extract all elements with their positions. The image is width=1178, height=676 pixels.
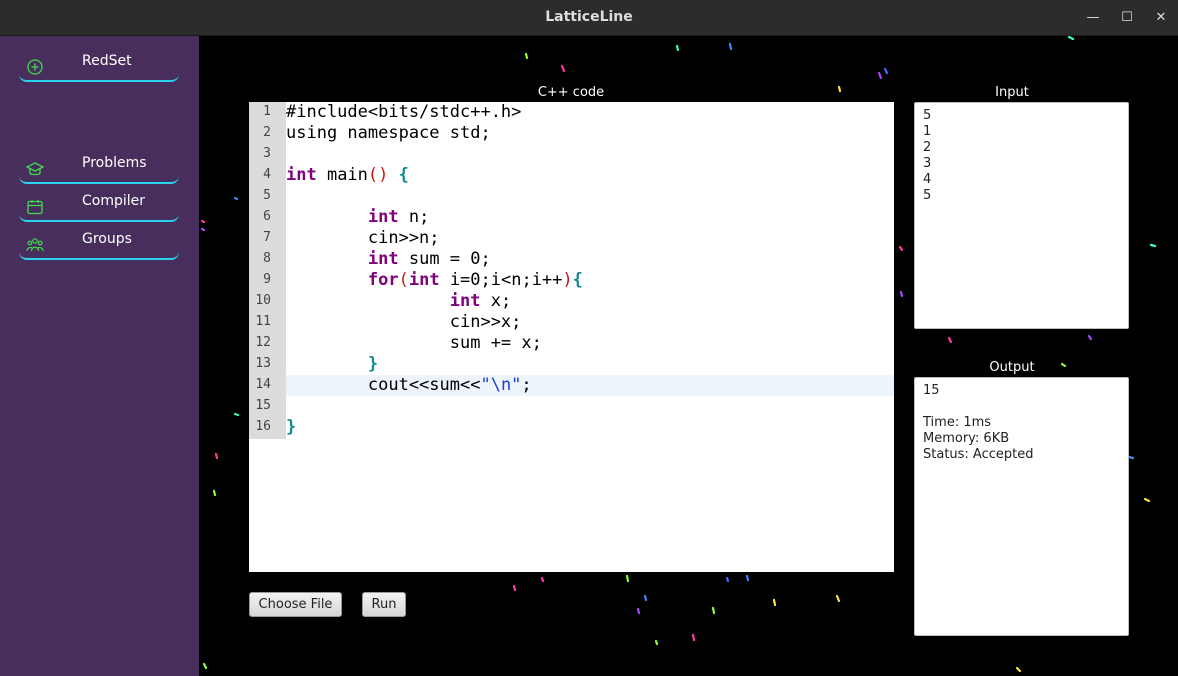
maximize-button[interactable]: ☐ xyxy=(1116,7,1138,29)
line-number: 2 xyxy=(263,125,271,140)
sidebar-item-label: Compiler xyxy=(82,193,146,209)
code-line: using namespace std; xyxy=(286,123,491,143)
sidebar-item-problems[interactable]: Problems xyxy=(19,154,179,184)
sidebar-item-label: RedSet xyxy=(82,53,132,69)
plus-circle-icon xyxy=(27,59,43,75)
code-panel-label: C++ code xyxy=(537,85,605,100)
input-panel-label: Input xyxy=(995,85,1029,100)
line-number: 15 xyxy=(255,398,271,413)
calendar-icon xyxy=(27,200,43,215)
users-icon xyxy=(26,238,44,252)
sidebar-item-label: Groups xyxy=(82,231,132,247)
output-textarea: 15 Time: 1ms Memory: 6KB Status: Accepte… xyxy=(914,377,1129,636)
line-number: 16 xyxy=(255,419,271,434)
line-number: 11 xyxy=(255,314,271,329)
sidebar-item-redset[interactable]: RedSet xyxy=(19,52,179,82)
code-editor[interactable]: 1 2 3 4 5 6 7 8 9 10 11 12 13 14 15 16 #… xyxy=(249,102,894,572)
line-number: 12 xyxy=(255,335,271,350)
line-number: 6 xyxy=(263,209,271,224)
line-number-gutter: 1 2 3 4 5 6 7 8 9 10 11 12 13 14 15 16 xyxy=(249,102,286,439)
code-line: int n; xyxy=(367,207,430,227)
title-bar: LatticeLine — ☐ ✕ xyxy=(0,0,1178,36)
graduation-cap-icon xyxy=(26,162,44,176)
code-line: sum += x; xyxy=(286,333,542,353)
code-line: cin>>x; xyxy=(286,312,522,332)
line-number: 4 xyxy=(263,167,271,182)
close-button[interactable]: ✕ xyxy=(1150,7,1172,29)
main-area: C++ code Input Output 1 2 3 4 5 6 7 8 9 … xyxy=(199,36,1178,676)
run-button[interactable]: Run xyxy=(362,592,406,617)
code-line-active: cout<<sum<<"\n"; xyxy=(286,375,894,396)
code-line: int sum = 0; xyxy=(367,249,491,269)
choose-file-button[interactable]: Choose File xyxy=(249,592,342,617)
line-number: 13 xyxy=(255,356,271,371)
minimize-button[interactable]: — xyxy=(1082,7,1104,29)
sidebar-item-groups[interactable]: Groups xyxy=(19,230,179,260)
line-number: 3 xyxy=(263,146,271,161)
line-number: 5 xyxy=(263,188,271,203)
line-number: 7 xyxy=(263,230,271,245)
line-number: 8 xyxy=(263,251,271,266)
code-line: int x; xyxy=(449,291,512,311)
window-title: LatticeLine xyxy=(545,9,633,25)
line-number: 14 xyxy=(255,377,271,392)
code-line: } xyxy=(286,417,297,437)
code-line: cin>>n; xyxy=(286,228,440,248)
code-line: for(int i=0;i<n;i++){ xyxy=(367,270,583,290)
sidebar-item-compiler[interactable]: Compiler xyxy=(19,192,179,222)
sidebar-item-label: Problems xyxy=(82,155,147,171)
input-textarea[interactable]: 5 1 2 3 4 5 xyxy=(914,102,1129,329)
code-line: int main() { xyxy=(286,165,409,185)
output-panel-label: Output xyxy=(989,360,1035,375)
sidebar: RedSet Problems Compiler Groups xyxy=(0,36,199,676)
code-line: #include<bits/stdc++.h> xyxy=(286,102,522,122)
line-number: 9 xyxy=(263,272,271,287)
line-number: 10 xyxy=(255,293,271,308)
line-number: 1 xyxy=(263,104,271,119)
code-line: } xyxy=(367,354,379,374)
